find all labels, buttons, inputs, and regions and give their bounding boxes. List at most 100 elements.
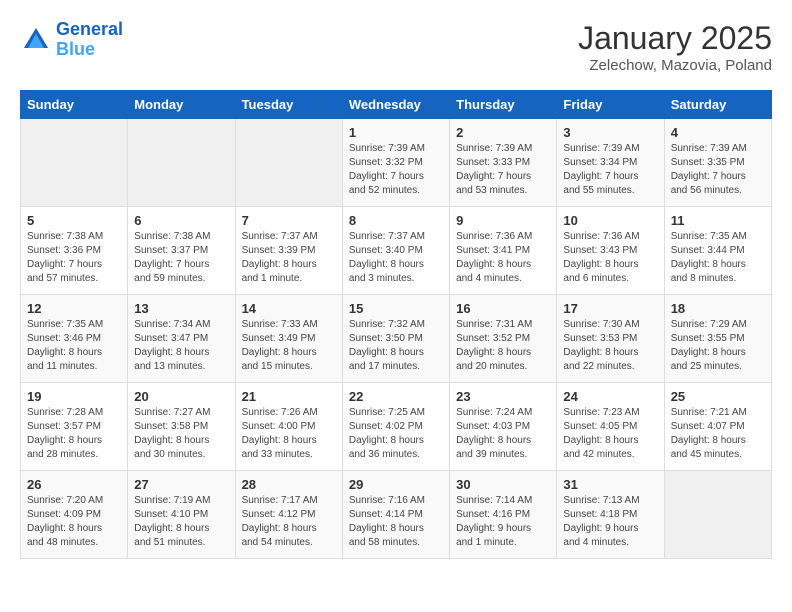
calendar-cell: 30 Sunrise: 7:14 AM Sunset: 4:16 PM Dayli… <box>450 471 557 559</box>
calendar-cell <box>128 119 235 207</box>
calendar-cell: 17Sunrise: 7:30 AM Sunset: 3:53 PM Dayli… <box>557 295 664 383</box>
day-info: Sunrise: 7:17 AM Sunset: 4:12 PM Dayligh… <box>242 494 336 550</box>
page-header: General Blue January 2025 Zelechow, Mazo… <box>20 20 772 74</box>
calendar-week: 1 Sunrise: 7:39 AM Sunset: 3:32 PM Daylig… <box>21 119 772 207</box>
calendar-cell: 11 Sunrise: 7:35 AM Sunset: 3:44 PM Dayli… <box>664 207 771 295</box>
calendar-cell: 12 Sunrise: 7:35 AM Sunset: 3:46 PM Dayli… <box>21 295 128 383</box>
calendar-cell: 3Sunrise: 7:39 AM Sunset: 3:34 PM Daylig… <box>557 119 664 207</box>
subtitle: Zelechow, Mazovia, Poland <box>578 57 772 74</box>
calendar-cell: 22 Sunrise: 7:25 AM Sunset: 4:02 PM Dayli… <box>342 383 449 471</box>
day-number: 17 <box>563 301 657 316</box>
day-number: 11 <box>671 213 765 228</box>
day-info: Sunrise: 7:13 AM Sunset: 4:18 PM Dayligh… <box>563 494 657 550</box>
calendar-cell: 25 Sunrise: 7:21 AM Sunset: 4:07 PM Dayli… <box>664 383 771 471</box>
day-info: Sunrise: 7:34 AM Sunset: 3:47 PM Dayligh… <box>134 318 228 374</box>
day-info: Sunrise: 7:38 AM Sunset: 3:37 PM Dayligh… <box>134 230 228 286</box>
day-number: 15 <box>349 301 443 316</box>
day-header: Wednesday <box>342 91 449 119</box>
day-info: Sunrise: 7:37 AM Sunset: 3:40 PM Dayligh… <box>349 230 443 286</box>
day-number: 9 <box>456 213 550 228</box>
calendar-cell: 23Sunrise: 7:24 AM Sunset: 4:03 PM Dayli… <box>450 383 557 471</box>
title-section: January 2025 Zelechow, Mazovia, Poland <box>578 20 772 74</box>
day-info: Sunrise: 7:35 AM Sunset: 3:44 PM Dayligh… <box>671 230 765 286</box>
calendar-cell: 15 Sunrise: 7:32 AM Sunset: 3:50 PM Dayli… <box>342 295 449 383</box>
calendar-week: 26 Sunrise: 7:20 AM Sunset: 4:09 PM Dayli… <box>21 471 772 559</box>
calendar-week: 19Sunrise: 7:28 AM Sunset: 3:57 PM Dayli… <box>21 383 772 471</box>
day-number: 30 <box>456 477 550 492</box>
calendar-cell: 21 Sunrise: 7:26 AM Sunset: 4:00 PM Dayli… <box>235 383 342 471</box>
logo: General Blue <box>20 20 123 60</box>
day-info: Sunrise: 7:28 AM Sunset: 3:57 PM Dayligh… <box>27 406 121 462</box>
day-info: Sunrise: 7:29 AM Sunset: 3:55 PM Dayligh… <box>671 318 765 374</box>
day-header: Saturday <box>664 91 771 119</box>
day-info: Sunrise: 7:35 AM Sunset: 3:46 PM Dayligh… <box>27 318 121 374</box>
day-info: Sunrise: 7:25 AM Sunset: 4:02 PM Dayligh… <box>349 406 443 462</box>
calendar-cell: 8 Sunrise: 7:37 AM Sunset: 3:40 PM Daylig… <box>342 207 449 295</box>
logo-text: General Blue <box>56 20 123 60</box>
day-number: 20 <box>134 389 228 404</box>
day-number: 12 <box>27 301 121 316</box>
day-info: Sunrise: 7:32 AM Sunset: 3:50 PM Dayligh… <box>349 318 443 374</box>
day-number: 31 <box>563 477 657 492</box>
calendar-cell: 26 Sunrise: 7:20 AM Sunset: 4:09 PM Dayli… <box>21 471 128 559</box>
day-number: 28 <box>242 477 336 492</box>
calendar-cell: 24 Sunrise: 7:23 AM Sunset: 4:05 PM Dayli… <box>557 383 664 471</box>
day-info: Sunrise: 7:33 AM Sunset: 3:49 PM Dayligh… <box>242 318 336 374</box>
calendar-cell: 28 Sunrise: 7:17 AM Sunset: 4:12 PM Dayli… <box>235 471 342 559</box>
calendar-cell: 7Sunrise: 7:37 AM Sunset: 3:39 PM Daylig… <box>235 207 342 295</box>
day-number: 27 <box>134 477 228 492</box>
day-info: Sunrise: 7:39 AM Sunset: 3:35 PM Dayligh… <box>671 142 765 198</box>
calendar-cell: 13Sunrise: 7:34 AM Sunset: 3:47 PM Dayli… <box>128 295 235 383</box>
calendar-cell: 18Sunrise: 7:29 AM Sunset: 3:55 PM Dayli… <box>664 295 771 383</box>
calendar-week: 5Sunrise: 7:38 AM Sunset: 3:36 PM Daylig… <box>21 207 772 295</box>
calendar-cell: 2 Sunrise: 7:39 AM Sunset: 3:33 PM Daylig… <box>450 119 557 207</box>
day-info: Sunrise: 7:23 AM Sunset: 4:05 PM Dayligh… <box>563 406 657 462</box>
calendar-cell: 27 Sunrise: 7:19 AM Sunset: 4:10 PM Dayli… <box>128 471 235 559</box>
day-number: 16 <box>456 301 550 316</box>
day-number: 14 <box>242 301 336 316</box>
day-info: Sunrise: 7:21 AM Sunset: 4:07 PM Dayligh… <box>671 406 765 462</box>
day-info: Sunrise: 7:36 AM Sunset: 3:41 PM Dayligh… <box>456 230 550 286</box>
day-number: 21 <box>242 389 336 404</box>
day-info: Sunrise: 7:39 AM Sunset: 3:33 PM Dayligh… <box>456 142 550 198</box>
calendar-cell: 5Sunrise: 7:38 AM Sunset: 3:36 PM Daylig… <box>21 207 128 295</box>
day-number: 3 <box>563 125 657 140</box>
calendar-cell: 10 Sunrise: 7:36 AM Sunset: 3:43 PM Dayli… <box>557 207 664 295</box>
day-number: 8 <box>349 213 443 228</box>
calendar-cell <box>664 471 771 559</box>
day-info: Sunrise: 7:36 AM Sunset: 3:43 PM Dayligh… <box>563 230 657 286</box>
calendar-cell: 6Sunrise: 7:38 AM Sunset: 3:37 PM Daylig… <box>128 207 235 295</box>
calendar-cell: 19Sunrise: 7:28 AM Sunset: 3:57 PM Dayli… <box>21 383 128 471</box>
calendar-cell: 20 Sunrise: 7:27 AM Sunset: 3:58 PM Dayli… <box>128 383 235 471</box>
logo-icon <box>20 24 52 56</box>
day-info: Sunrise: 7:39 AM Sunset: 3:32 PM Dayligh… <box>349 142 443 198</box>
day-header: Sunday <box>21 91 128 119</box>
day-info: Sunrise: 7:14 AM Sunset: 4:16 PM Dayligh… <box>456 494 550 550</box>
calendar-cell: 14 Sunrise: 7:33 AM Sunset: 3:49 PM Dayli… <box>235 295 342 383</box>
day-number: 29 <box>349 477 443 492</box>
day-number: 2 <box>456 125 550 140</box>
calendar-cell <box>235 119 342 207</box>
day-number: 26 <box>27 477 121 492</box>
calendar-cell: 29Sunrise: 7:16 AM Sunset: 4:14 PM Dayli… <box>342 471 449 559</box>
day-header: Tuesday <box>235 91 342 119</box>
day-info: Sunrise: 7:26 AM Sunset: 4:00 PM Dayligh… <box>242 406 336 462</box>
day-number: 24 <box>563 389 657 404</box>
day-info: Sunrise: 7:19 AM Sunset: 4:10 PM Dayligh… <box>134 494 228 550</box>
day-header: Friday <box>557 91 664 119</box>
day-info: Sunrise: 7:27 AM Sunset: 3:58 PM Dayligh… <box>134 406 228 462</box>
day-number: 7 <box>242 213 336 228</box>
day-number: 1 <box>349 125 443 140</box>
day-number: 25 <box>671 389 765 404</box>
day-number: 4 <box>671 125 765 140</box>
day-number: 10 <box>563 213 657 228</box>
day-header: Thursday <box>450 91 557 119</box>
day-header: Monday <box>128 91 235 119</box>
calendar-cell: 1 Sunrise: 7:39 AM Sunset: 3:32 PM Daylig… <box>342 119 449 207</box>
calendar-cell: 16Sunrise: 7:31 AM Sunset: 3:52 PM Dayli… <box>450 295 557 383</box>
day-number: 22 <box>349 389 443 404</box>
calendar-cell: 9 Sunrise: 7:36 AM Sunset: 3:41 PM Daylig… <box>450 207 557 295</box>
calendar-week: 12 Sunrise: 7:35 AM Sunset: 3:46 PM Dayli… <box>21 295 772 383</box>
header-row: SundayMondayTuesdayWednesdayThursdayFrid… <box>21 91 772 119</box>
day-info: Sunrise: 7:20 AM Sunset: 4:09 PM Dayligh… <box>27 494 121 550</box>
